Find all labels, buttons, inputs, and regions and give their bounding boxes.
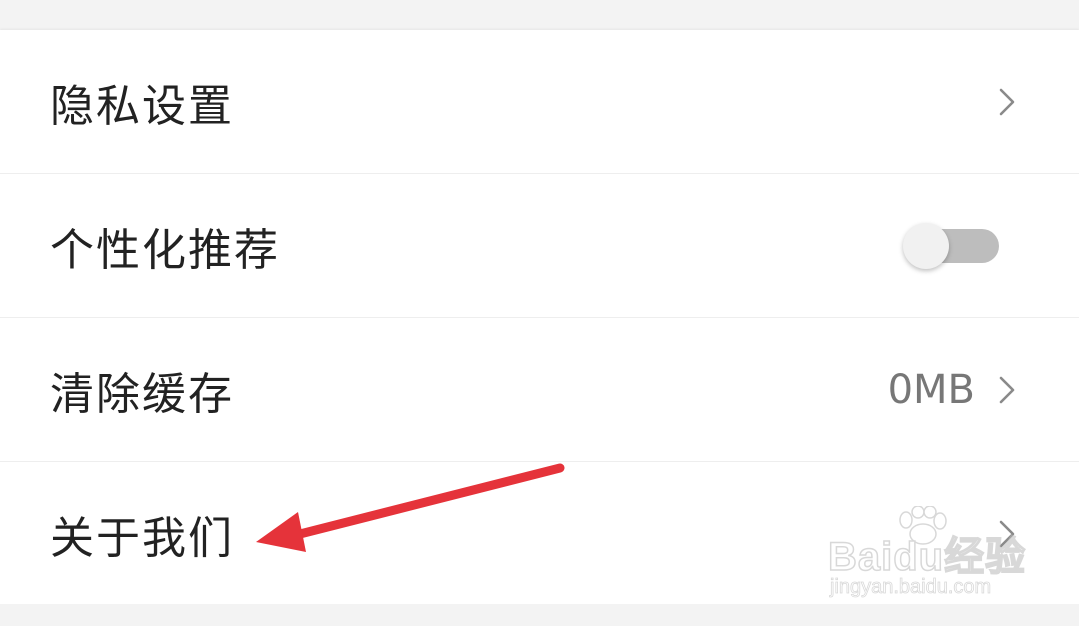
settings-page: 隐私设置 个性化推荐 清除缓存 0MB 关于我们 Baidu经验 jingyan… xyxy=(0,0,1079,626)
bottom-spacer xyxy=(0,604,1079,626)
settings-item-label: 个性化推荐 xyxy=(50,225,280,276)
chevron-right-icon xyxy=(999,88,1015,116)
settings-list: 隐私设置 个性化推荐 清除缓存 0MB 关于我们 xyxy=(0,30,1079,604)
settings-item-label: 关于我们 xyxy=(50,513,234,564)
toggle-thumb xyxy=(903,223,949,269)
settings-item-label: 清除缓存 xyxy=(50,369,234,420)
settings-item-privacy[interactable]: 隐私设置 xyxy=(0,30,1079,174)
chevron-right-icon xyxy=(999,376,1015,404)
settings-item-about-us[interactable]: 关于我们 xyxy=(0,462,1079,606)
cache-size-value: 0MB xyxy=(887,367,975,413)
chevron-right-icon xyxy=(999,520,1015,548)
personalized-recommendation-toggle[interactable] xyxy=(903,223,999,269)
settings-item-personalized-recommendation: 个性化推荐 xyxy=(0,174,1079,318)
top-spacer xyxy=(0,0,1079,30)
settings-item-clear-cache[interactable]: 清除缓存 0MB xyxy=(0,318,1079,462)
settings-item-label: 隐私设置 xyxy=(50,81,234,132)
